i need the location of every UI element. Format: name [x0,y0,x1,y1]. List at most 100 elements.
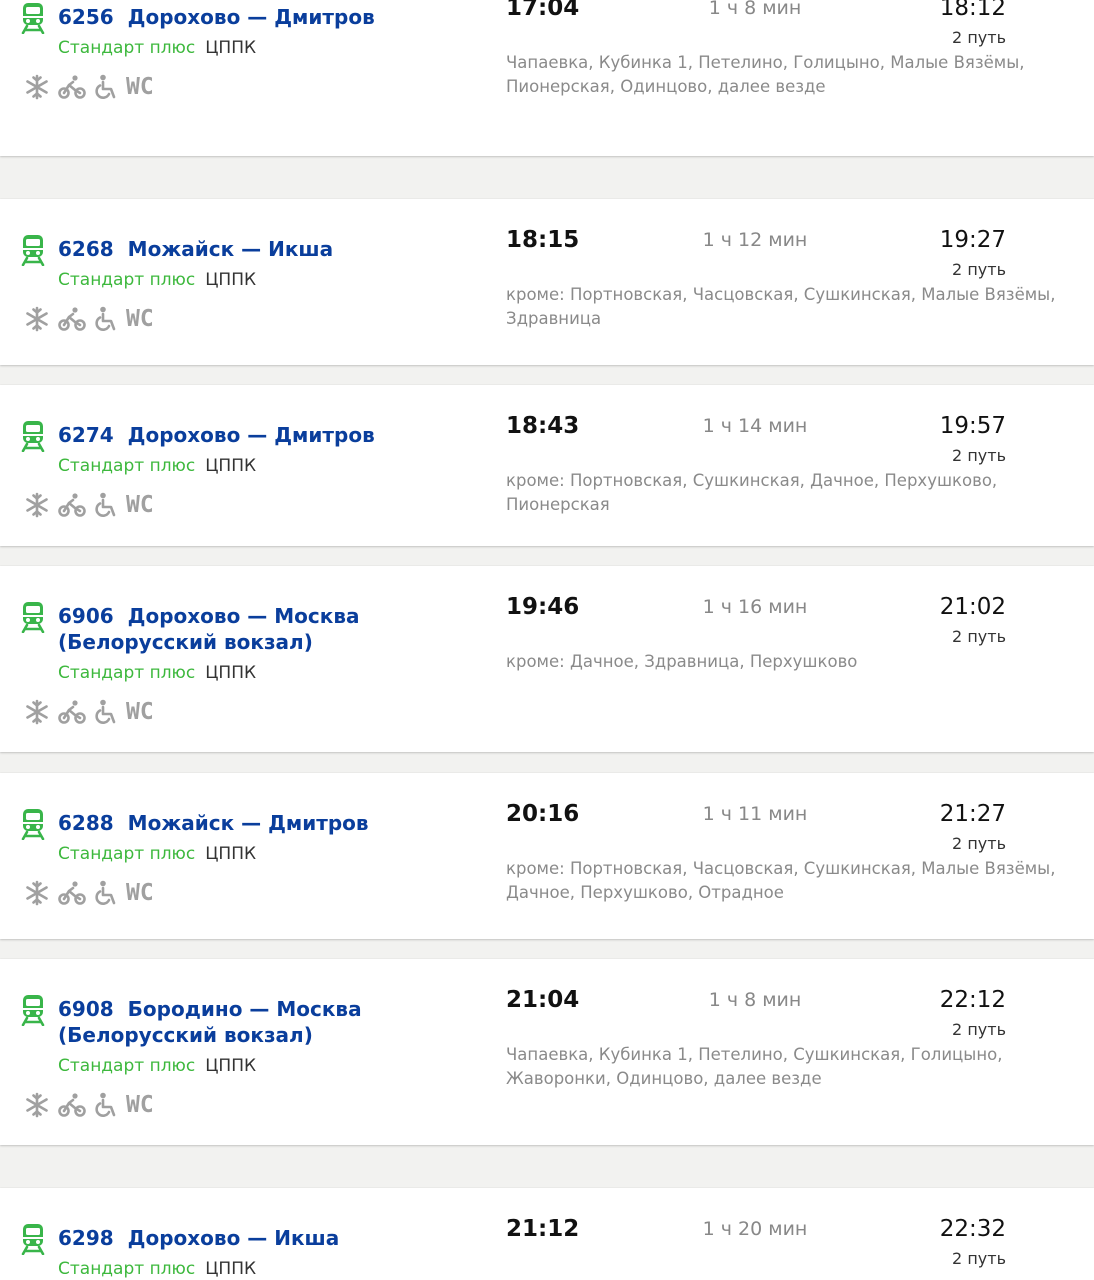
snowflake-icon [26,699,48,725]
bicycle-icon [58,1093,86,1117]
tariff-label: Стандарт плюс [58,270,196,290]
train-number: 6274 [58,423,114,447]
train-route: Дорохово — Дмитров [127,5,375,29]
train-route-link[interactable]: 6274 Дорохово — Дмитров [58,422,478,448]
train-meta: Стандарт плюс ЦППК [58,1258,256,1280]
trip-duration: 1 ч 11 мин [702,803,808,825]
train-route-link[interactable]: 6256 Дорохово — Дмитров [58,4,478,30]
wheelchair-icon [95,1092,116,1117]
train-meta: Стандарт плюс ЦППК [58,269,256,291]
stops-info: кроме: Портновская, Часцовская, Сушкинск… [506,285,1056,328]
tariff-label: Стандарт плюс [58,1056,196,1076]
stops-info: кроме: Портновская, Часцовская, Сушкинск… [506,859,1056,902]
bicycle-icon [58,307,86,331]
train-route-link[interactable]: 6908 Бородино — Москва (Белорусский вокза… [58,996,478,1048]
departure-time: 21:12 [506,1216,580,1242]
carrier-label: ЦППК [205,456,257,476]
train-route: Дорохово — Дмитров [127,423,375,447]
arrival-time: 22:32 [939,1216,1006,1242]
train-icon [21,1224,45,1255]
train-route-link[interactable]: 6268 Можайск — Икша [58,236,478,262]
departure-time: 21:04 [506,987,580,1013]
bicycle-icon [58,881,86,905]
bicycle-icon [58,700,86,724]
amenities: WC [24,879,154,907]
wc-icon: WC [126,306,154,332]
wheelchair-icon [95,492,116,517]
train-number: 6298 [58,1226,114,1250]
trip-card-6274[interactable]: 6274 Дорохово — Дмитров Стандарт плюс ЦППК [0,385,1094,546]
trip-card-6908[interactable]: 6908 Бородино — Москва (Белорусский вокза… [0,959,1094,1145]
departure-time: 18:43 [506,413,580,439]
train-meta: Стандарт плюс ЦППК [58,1055,256,1077]
tariff-label: Стандарт плюс [58,456,196,476]
carrier-label: ЦППК [205,1259,257,1279]
train-route-link[interactable]: 6906 Дорохово — Москва (Белорусский вокза… [58,603,478,655]
trip-duration: 1 ч 14 мин [702,415,808,437]
trip-duration: 1 ч 8 мин [708,0,802,19]
snowflake-icon [26,492,48,518]
amenities: WC [24,1091,154,1119]
wc-icon: WC [126,492,154,518]
train-icon [21,602,45,633]
wc-icon: WC [126,74,154,100]
arrival-time: 18:12 [939,0,1006,21]
train-route-link[interactable]: 6288 Можайск — Дмитров [58,810,478,836]
train-route-link[interactable]: 6298 Дорохово — Икша [58,1225,478,1251]
train-route: Можайск — Дмитров [127,811,369,835]
wheelchair-icon [95,306,116,331]
trip-duration: 1 ч 16 мин [702,596,808,618]
trip-card-6288[interactable]: 6288 Можайск — Дмитров Стандарт плюс ЦППК [0,773,1094,939]
train-icon [21,3,45,34]
wc-icon: WC [126,699,154,725]
carrier-label: ЦППК [205,663,257,683]
trip-duration: 1 ч 12 мин [702,229,808,251]
tariff-label: Стандарт плюс [58,38,196,58]
train-icon [21,809,45,840]
track-label: 2 путь [952,446,1006,465]
train-meta: Стандарт плюс ЦППК [58,455,256,477]
amenities: WC [24,698,154,726]
track-label: 2 путь [952,28,1006,47]
train-icon [21,995,45,1026]
wc-icon: WC [126,880,154,906]
trip-card-6298[interactable]: 6298 Дорохово — Икша Стандарт плюс ЦППК [0,1188,1094,1280]
trip-card-6256[interactable]: 6256 Дорохово — Дмитров Стандарт плюс ЦППК [0,0,1094,156]
trip-card-6268[interactable]: 6268 Можайск — Икша Стандарт плюс ЦППК W… [0,199,1094,365]
carrier-label: ЦППК [205,38,257,58]
trip-card-6906[interactable]: 6906 Дорохово — Москва (Белорусский вокза… [0,566,1094,752]
amenities: WC [24,305,154,333]
tariff-label: Стандарт плюс [58,1259,196,1279]
track-label: 2 путь [952,834,1006,853]
track-label: 2 путь [952,1249,1006,1268]
wc-icon: WC [126,1092,154,1118]
stops-info: Чапаевка, Кубинка 1, Петелино, Голицыно,… [506,53,1025,96]
carrier-label: ЦППК [205,1056,257,1076]
tariff-label: Стандарт плюс [58,844,196,864]
train-route: Можайск — Икша [127,237,334,261]
departure-time: 17:04 [506,0,580,21]
wheelchair-icon [95,74,116,99]
wheelchair-icon [95,880,116,905]
trip-list: 6256 Дорохово — Дмитров Стандарт плюс ЦППК [0,0,1094,1280]
carrier-label: ЦППК [205,270,257,290]
train-number: 6906 [58,604,114,628]
track-label: 2 путь [952,260,1006,279]
train-route: Дорохово — Икша [127,1226,340,1250]
snowflake-icon [26,306,48,332]
train-meta: Стандарт плюс ЦППК [58,37,256,59]
train-meta: Стандарт плюс ЦППК [58,843,256,865]
trip-duration: 1 ч 20 мин [702,1218,808,1240]
arrival-time: 19:57 [939,413,1006,439]
tariff-label: Стандарт плюс [58,663,196,683]
bicycle-icon [58,493,86,517]
train-number: 6256 [58,5,114,29]
track-label: 2 путь [952,627,1006,646]
train-number: 6908 [58,997,114,1021]
departure-time: 18:15 [506,227,580,253]
snowflake-icon [26,74,48,100]
amenities: WC [24,491,154,519]
snowflake-icon [26,880,48,906]
departure-time: 19:46 [506,594,580,620]
track-label: 2 путь [952,1020,1006,1039]
